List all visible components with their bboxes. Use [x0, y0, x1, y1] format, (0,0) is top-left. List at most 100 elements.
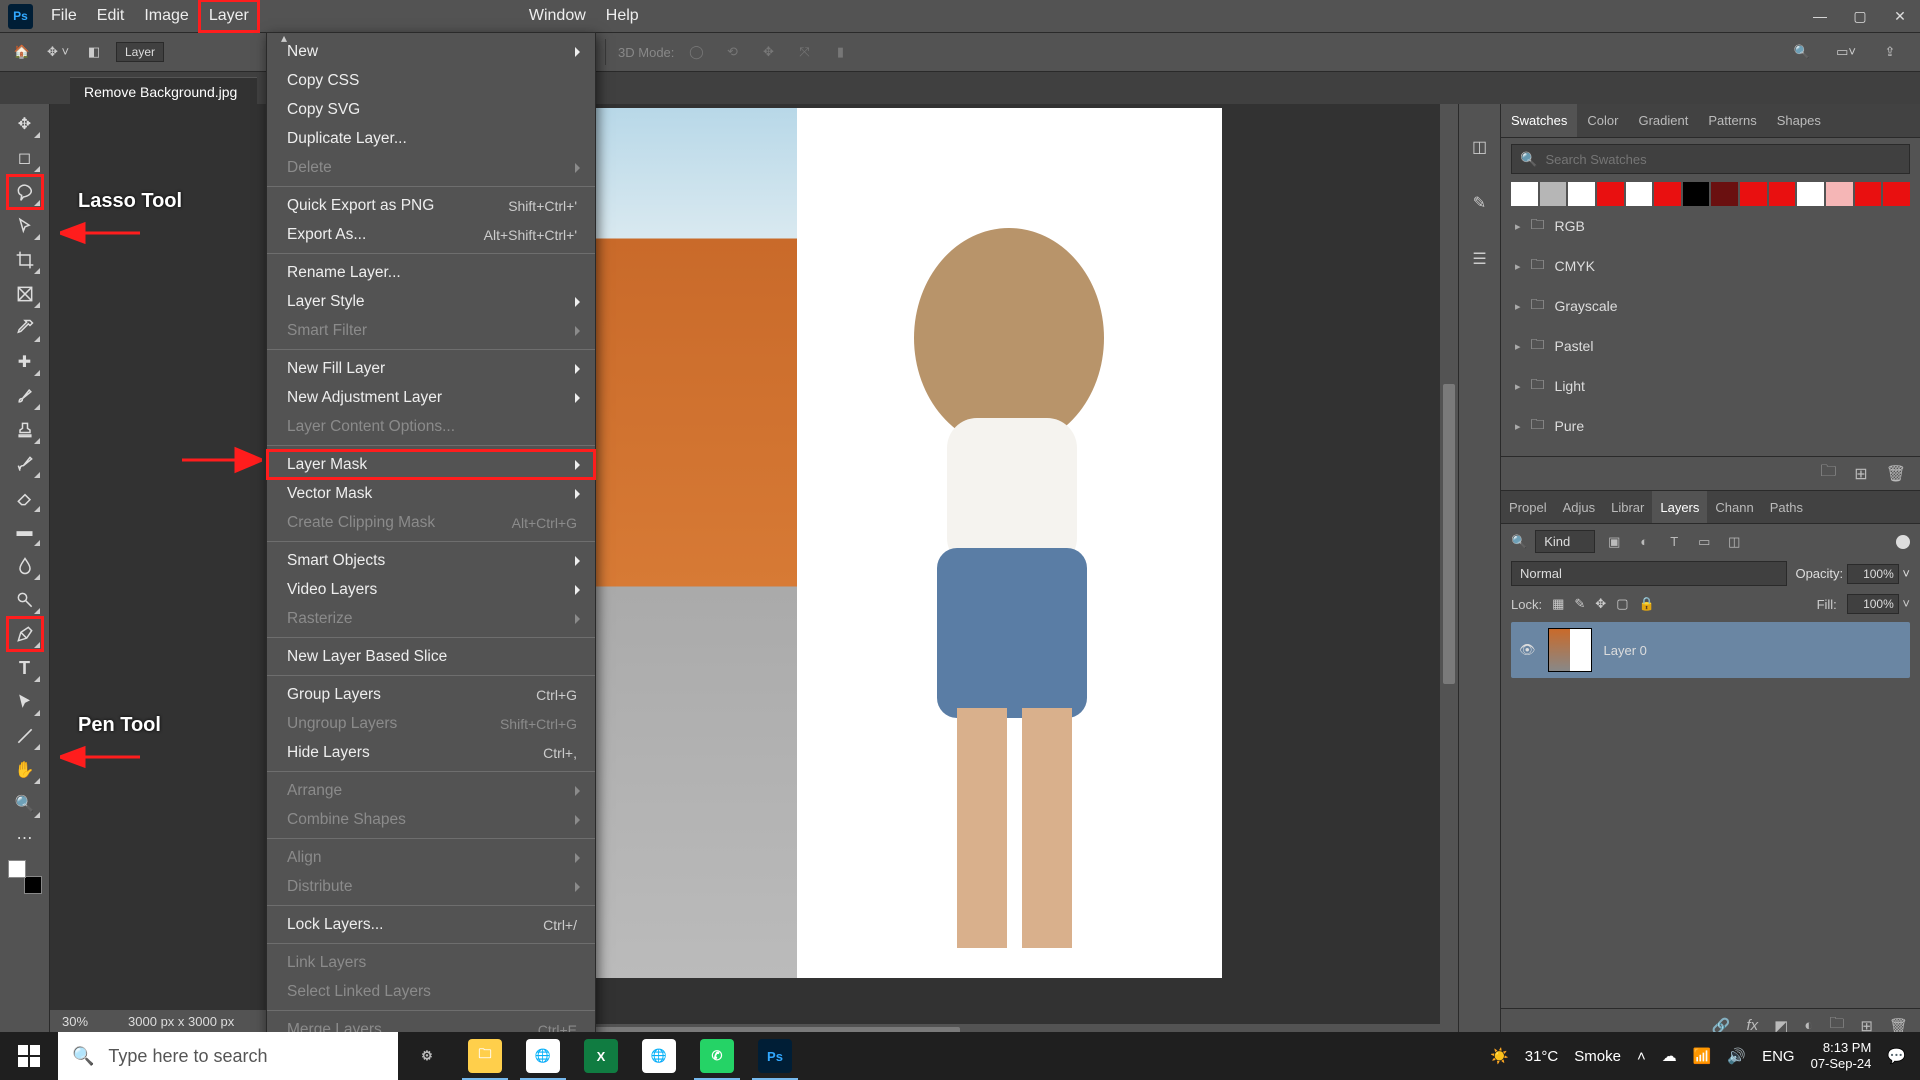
tab-channels[interactable]: Chann: [1707, 491, 1761, 523]
swatch[interactable]: [1883, 182, 1910, 206]
tray-wifi-icon[interactable]: 📶: [1693, 1047, 1712, 1065]
transform-icon[interactable]: ◧: [80, 38, 108, 66]
zoom-level[interactable]: 30%: [62, 1014, 88, 1029]
menu-item-rename-layer[interactable]: Rename Layer...: [267, 258, 595, 287]
swatch[interactable]: [1769, 182, 1796, 206]
blend-mode-select[interactable]: Normal: [1511, 561, 1787, 586]
menu-help[interactable]: Help: [596, 0, 649, 32]
tab-gradient[interactable]: Gradient: [1628, 104, 1698, 137]
canvas-area[interactable]: [50, 104, 1458, 1042]
app-settings[interactable]: ⚙: [398, 1032, 456, 1080]
weather-icon[interactable]: ☀️: [1490, 1047, 1509, 1065]
lock-paint-icon[interactable]: ✎: [1574, 596, 1585, 612]
app-photoshop[interactable]: Ps: [746, 1032, 804, 1080]
more-tools[interactable]: ⋯: [8, 822, 42, 854]
swatch[interactable]: [1711, 182, 1738, 206]
swatch-trash-icon[interactable]: 🗑: [1886, 464, 1906, 484]
fill-input[interactable]: [1847, 594, 1899, 614]
swatch-group[interactable]: ▸🗀Pastel: [1511, 326, 1910, 366]
app-browser2[interactable]: 🌐: [630, 1032, 688, 1080]
tab-layers[interactable]: Layers: [1652, 491, 1707, 523]
menu-item-new[interactable]: New: [267, 37, 595, 66]
share-icon[interactable]: ⇪: [1876, 38, 1904, 66]
kind-filter[interactable]: Kind: [1535, 530, 1595, 553]
swatch-group[interactable]: ▸🗀Light: [1511, 366, 1910, 406]
menu-item-hide-layers[interactable]: Hide LayersCtrl+,: [267, 738, 595, 767]
menu-item-layer-style[interactable]: Layer Style: [267, 287, 595, 316]
swatch-group[interactable]: ▸🗀CMYK: [1511, 246, 1910, 286]
swatch[interactable]: [1855, 182, 1882, 206]
history-brush-tool[interactable]: [8, 448, 42, 480]
tab-paths[interactable]: Paths: [1762, 491, 1811, 523]
tray-chevron-icon[interactable]: ˄: [1637, 1048, 1646, 1065]
swatch-folder-icon[interactable]: 🗀: [1820, 460, 1836, 487]
quick-select-tool[interactable]: [8, 210, 42, 242]
swatch[interactable]: [1826, 182, 1853, 206]
type-tool[interactable]: T: [8, 652, 42, 684]
menu-item-export-as[interactable]: Export As...Alt+Shift+Ctrl+': [267, 220, 595, 249]
eraser-tool[interactable]: [8, 482, 42, 514]
adjust-panel-icon[interactable]: ☰: [1467, 246, 1493, 272]
filter-pixel-icon[interactable]: ▣: [1603, 534, 1625, 550]
lock-pos-icon[interactable]: ✥: [1595, 596, 1606, 612]
menu-item-layer-mask[interactable]: Layer Mask: [267, 450, 595, 479]
menu-item-group-layers[interactable]: Group LayersCtrl+G: [267, 680, 595, 709]
menu-layer[interactable]: Layer: [199, 0, 259, 32]
menu-item-copy-svg[interactable]: Copy SVG: [267, 95, 595, 124]
swatch[interactable]: [1597, 182, 1624, 206]
pen-tool[interactable]: [8, 618, 42, 650]
opacity-input[interactable]: [1847, 564, 1899, 584]
filter-shape-icon[interactable]: ▭: [1693, 534, 1715, 550]
layer-selector[interactable]: Layer: [116, 42, 164, 62]
path-select-tool[interactable]: [8, 686, 42, 718]
brush-panel-icon[interactable]: ✎: [1467, 190, 1493, 216]
swatch[interactable]: [1654, 182, 1681, 206]
swatch-group[interactable]: ▸🗀RGB: [1511, 206, 1910, 246]
menu-item-new-adjustment-layer[interactable]: New Adjustment Layer: [267, 383, 595, 412]
menu-item-quick-export-as-png[interactable]: Quick Export as PNGShift+Ctrl+': [267, 191, 595, 220]
swatch-group[interactable]: ▸🗀Pure: [1511, 406, 1910, 446]
lock-trans-icon[interactable]: ▦: [1552, 596, 1564, 612]
menu-window[interactable]: Window: [519, 0, 596, 32]
swatch[interactable]: [1683, 182, 1710, 206]
app-excel[interactable]: X: [572, 1032, 630, 1080]
search-icon[interactable]: 🔍: [1788, 38, 1816, 66]
filter-type-icon[interactable]: T: [1663, 534, 1685, 549]
frame-tool[interactable]: [8, 278, 42, 310]
swatch-new-icon[interactable]: ⊞: [1854, 464, 1867, 484]
weather-cond[interactable]: Smoke: [1574, 1048, 1621, 1065]
app-whatsapp[interactable]: ✆: [688, 1032, 746, 1080]
stamp-tool[interactable]: [8, 414, 42, 446]
lock-all-icon[interactable]: 🔒: [1638, 596, 1654, 612]
layer-row[interactable]: 👁 Layer 0: [1511, 622, 1910, 678]
swatch-search[interactable]: 🔍: [1511, 144, 1910, 174]
tab-libraries[interactable]: Librar: [1603, 491, 1652, 523]
swatch[interactable]: [1626, 182, 1653, 206]
tab-swatches[interactable]: Swatches: [1501, 104, 1577, 137]
close-button[interactable]: ✕: [1880, 8, 1920, 25]
brush-tool[interactable]: [8, 380, 42, 412]
lock-artb-icon[interactable]: ▢: [1616, 596, 1628, 612]
marquee-tool[interactable]: ◻: [8, 142, 42, 174]
menu-item-video-layers[interactable]: Video Layers: [267, 575, 595, 604]
tab-adjustments[interactable]: Adjus: [1555, 491, 1604, 523]
tray-lang[interactable]: ENG: [1762, 1048, 1795, 1065]
filter-toggle[interactable]: [1896, 535, 1910, 549]
taskbar-search[interactable]: 🔍 Type here to search: [58, 1032, 398, 1080]
swatch[interactable]: [1797, 182, 1824, 206]
swatch[interactable]: [1540, 182, 1567, 206]
app-explorer[interactable]: 🗀: [456, 1032, 514, 1080]
line-tool[interactable]: [8, 720, 42, 752]
swatch[interactable]: [1568, 182, 1595, 206]
healing-tool[interactable]: ✚: [8, 346, 42, 378]
tray-onedrive-icon[interactable]: ☁: [1662, 1047, 1677, 1065]
maximize-button[interactable]: ▢: [1840, 8, 1880, 25]
swatch[interactable]: [1740, 182, 1767, 206]
menu-item-smart-objects[interactable]: Smart Objects: [267, 546, 595, 575]
gradient-tool[interactable]: ▬: [8, 516, 42, 548]
tab-properties[interactable]: Propel: [1501, 491, 1555, 523]
minimize-button[interactable]: —: [1800, 8, 1840, 25]
filter-smart-icon[interactable]: ◫: [1723, 534, 1745, 550]
move-tool[interactable]: ✥: [8, 108, 42, 140]
filter-adjust-icon[interactable]: ◐: [1633, 534, 1655, 549]
